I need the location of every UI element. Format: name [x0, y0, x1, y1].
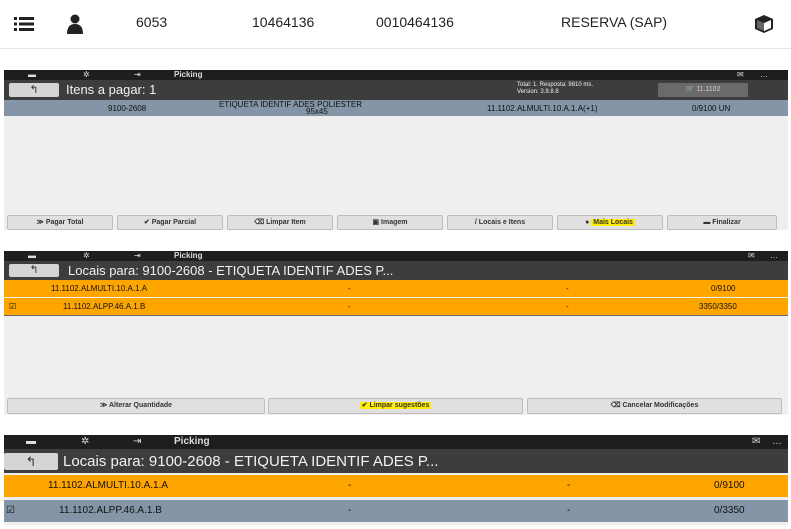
location-col3: - — [566, 284, 569, 293]
list-icon[interactable] — [14, 16, 34, 32]
locations-items-button[interactable]: / Locais e Itens — [447, 215, 553, 230]
back-button[interactable]: ↰ — [9, 83, 59, 97]
clear-suggestions-button[interactable]: ✔ Limpar sugestões — [268, 398, 523, 414]
location-qty: 0/3350 — [714, 505, 745, 516]
location-col3: - — [566, 302, 569, 311]
page-title: Itens a pagar: 1 — [66, 82, 157, 97]
pay-partial-button[interactable]: ✔ Pagar Parcial — [117, 215, 223, 230]
locations-panel-edit: ▬ ✲ ⇥ Picking ✉ … ↰ Locais para: 9100-26… — [4, 251, 788, 415]
title-bar: ↰ Itens a pagar: 1 Total: 1. Resposta: 9… — [4, 80, 788, 100]
more-locations-button[interactable]: ● Mais Locais — [557, 215, 663, 230]
location-code: 11.1102.ALMULTI.10.A.1.A — [51, 284, 148, 293]
location-code: 11.1102.ALPP.46.A.1.B — [59, 505, 162, 516]
cancel-changes-button[interactable]: ⌫ Cancelar Modificações — [527, 398, 782, 414]
check-icon: ☑ — [9, 302, 17, 311]
location-col2: - — [348, 505, 352, 516]
title-bar: ↰ Locais para: 9100-2608 - ETIQUETA IDEN… — [4, 449, 788, 473]
item-code: 9100-2608 — [108, 104, 147, 113]
cart-button[interactable]: 🛒 11.1102 — [658, 83, 748, 97]
reservation-code: 6053 — [136, 14, 168, 30]
menu-icon[interactable]: ▬ — [26, 435, 36, 449]
title-bar: ↰ Locais para: 9100-2608 - ETIQUETA IDEN… — [4, 261, 788, 280]
back-button[interactable]: ↰ — [9, 264, 59, 277]
action-buttons: ≫ Pagar Total ✔ Pagar Parcial ⌫ Limpar I… — [4, 213, 788, 230]
page-title: Locais para: 9100-2608 - ETIQUETA IDENTI… — [68, 263, 394, 278]
location-code: 11.1102.ALMULTI.10.A.1.A — [48, 480, 169, 491]
item-row[interactable]: 9100-2608 ETIQUETA IDENTIF ADES POLIESTE… — [4, 100, 788, 116]
check-icon: ☑ — [6, 505, 15, 516]
exit-icon[interactable]: ⇥ — [134, 251, 141, 261]
back-button[interactable]: ↰ — [4, 453, 58, 470]
location-qty: 3350/3350 — [699, 302, 737, 311]
change-quantity-button[interactable]: ≫ Alterar Quantidade — [7, 398, 265, 414]
notification-count: … — [770, 251, 778, 260]
notification-count: … — [760, 70, 768, 79]
item-location: 11.1102.ALMULTI.10.A.1.A(+1) — [487, 104, 598, 113]
divider — [0, 48, 791, 49]
location-row[interactable]: 11.1102.ALMULTI.10.A.1.A - - 0/9100 — [4, 475, 788, 497]
document-number-full: 0010464136 — [376, 14, 454, 30]
person-icon — [66, 14, 84, 34]
page-title: Locais para: 9100-2608 - ETIQUETA IDENTI… — [63, 453, 439, 470]
summary-row: 6053 10464136 0010464136 RESERVA (SAP) — [0, 0, 791, 48]
message-icon[interactable]: ✉ — [737, 70, 744, 80]
item-quantity: 0/9100 UN — [692, 104, 731, 113]
gear-icon[interactable]: ✲ — [81, 435, 89, 449]
item-description: ETIQUETA IDENTIF ADES POLIESTER — [219, 100, 362, 109]
menu-icon[interactable]: ▬ — [28, 251, 36, 261]
cart-text: 11.1102 — [696, 86, 721, 93]
pay-total-button[interactable]: ≫ Pagar Total — [7, 215, 113, 230]
document-type: RESERVA (SAP) — [561, 14, 668, 30]
gear-icon[interactable]: ✲ — [83, 251, 90, 261]
app-bar-title: Picking — [174, 251, 203, 260]
exit-icon[interactable]: ⇥ — [134, 70, 141, 80]
location-row[interactable]: 11.1102.ALMULTI.10.A.1.A - - 0/9100 — [4, 280, 788, 297]
finish-button[interactable]: ▬ Finalizar — [667, 215, 777, 230]
location-col2: - — [348, 284, 351, 293]
gear-icon[interactable]: ✲ — [83, 70, 90, 80]
menu-icon[interactable]: ▬ — [28, 70, 36, 80]
location-col2: - — [348, 302, 351, 311]
exit-icon[interactable]: ⇥ — [133, 435, 141, 449]
box-icon[interactable] — [754, 14, 774, 34]
location-qty: 0/9100 — [714, 480, 745, 491]
document-number: 10464136 — [252, 14, 315, 30]
notification-count: … — [772, 436, 782, 447]
message-icon[interactable]: ✉ — [752, 435, 760, 449]
app-bar: ▬ ✲ ⇥ Picking ✉ … — [4, 251, 788, 261]
location-col3: - — [567, 505, 571, 516]
location-row[interactable]: ☑ 11.1102.ALPP.46.A.1.B - - 0/3350 — [4, 500, 788, 522]
app-bar: ▬ ✲ ⇥ Picking ✉ … — [4, 70, 788, 80]
message-icon[interactable]: ✉ — [748, 251, 755, 261]
location-col3: - — [567, 480, 571, 491]
app-bar-title: Picking — [174, 436, 210, 447]
app-bar: ▬ ✲ ⇥ Picking ✉ … — [4, 435, 788, 449]
image-button[interactable]: ▣ Imagem — [337, 215, 443, 230]
picking-panel-items: ▬ ✲ ⇥ Picking ✉ … ↰ Itens a pagar: 1 Tot… — [4, 70, 788, 230]
location-code: 11.1102.ALPP.46.A.1.B — [63, 302, 146, 311]
action-buttons: ≫ Alterar Quantidade ✔ Limpar sugestões … — [4, 396, 788, 415]
locations-panel-result: ▬ ✲ ⇥ Picking ✉ … ↰ Locais para: 9100-26… — [4, 435, 788, 525]
clear-item-button[interactable]: ⌫ Limpar Item — [227, 215, 333, 230]
app-bar-title: Picking — [174, 70, 203, 79]
response-info: Total: 1. Resposta: 9810 ms. — [517, 82, 594, 88]
location-qty: 0/9100 — [711, 284, 736, 293]
version-info: Version: 3.9.8.8 — [517, 89, 559, 95]
location-row[interactable]: ☑ 11.1102.ALPP.46.A.1.B - - 3350/3350 — [4, 298, 788, 316]
location-col2: - — [348, 480, 352, 491]
item-description-size: 95x45 — [306, 107, 328, 116]
